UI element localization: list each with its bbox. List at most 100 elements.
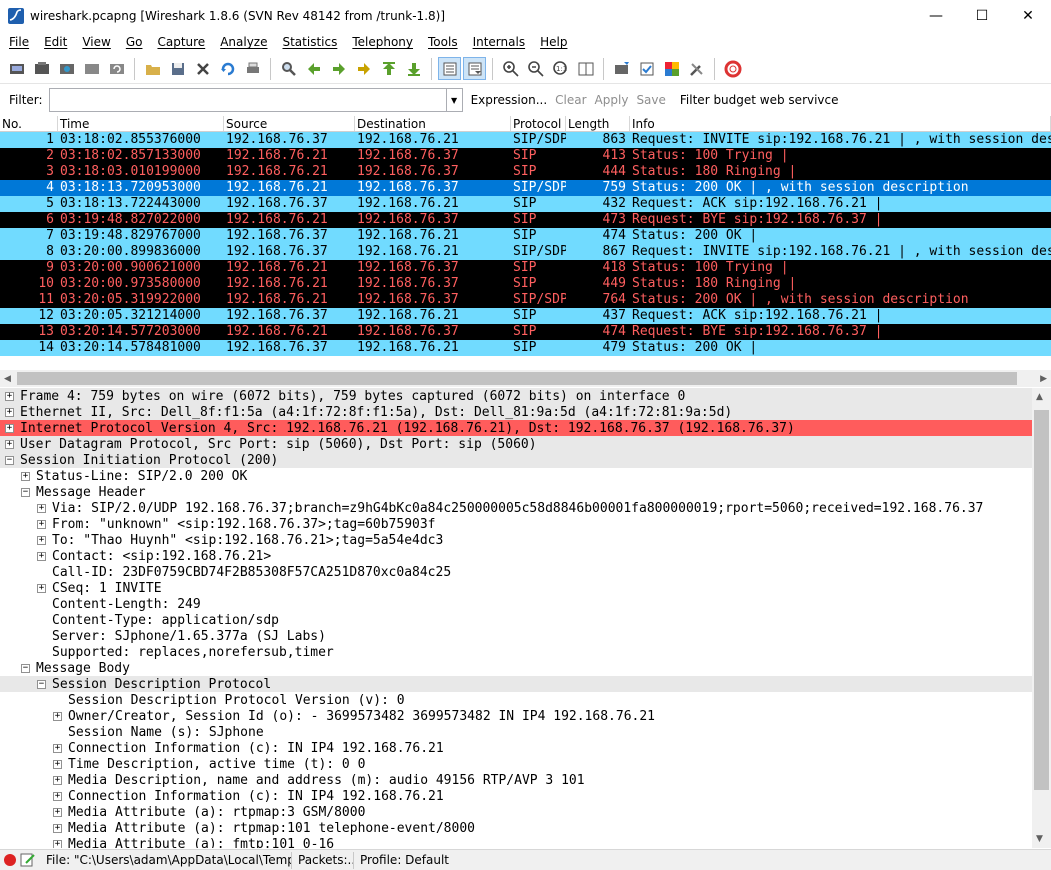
column-header-source[interactable]: Source — [224, 116, 355, 131]
column-header-length[interactable]: Length — [566, 116, 630, 131]
detail-tree-item[interactable]: Server: SJphone/1.65.377a (SJ Labs) — [0, 628, 1032, 644]
display-filters-icon[interactable] — [635, 57, 658, 80]
edit-comment-icon[interactable] — [20, 853, 36, 867]
packet-row[interactable]: 14 03:20:14.578481000 192.168.76.37 192.168… — [0, 340, 1051, 356]
go-to-packet-icon[interactable] — [352, 57, 375, 80]
reload-icon[interactable] — [216, 57, 239, 80]
expand-icon[interactable]: + — [21, 471, 30, 481]
close-button[interactable]: ✕ — [1005, 0, 1051, 31]
detail-tree-item[interactable]: + User Datagram Protocol, Src Port: sip (… — [0, 436, 1032, 452]
detail-tree-item[interactable]: + CSeq: 1 INVITE — [0, 580, 1032, 596]
save-file-icon[interactable] — [166, 57, 189, 80]
expand-icon[interactable]: + — [53, 743, 62, 753]
open-file-icon[interactable] — [141, 57, 164, 80]
detail-tree-item[interactable]: Content-Type: application/sdp — [0, 612, 1032, 628]
scroll-right-icon[interactable]: ▶ — [1040, 374, 1047, 384]
detail-tree-item[interactable]: Session Name (s): SJphone — [0, 724, 1032, 740]
print-icon[interactable] — [241, 57, 264, 80]
expand-icon[interactable]: + — [53, 839, 62, 848]
apply-button[interactable]: Apply — [595, 93, 629, 107]
detail-tree-item[interactable]: + Contact: <sip:192.168.76.21> — [0, 548, 1032, 564]
menu-file[interactable]: File — [0, 35, 35, 49]
scroll-left-icon[interactable]: ◀ — [4, 374, 11, 384]
menu-capture[interactable]: Capture — [148, 35, 211, 49]
packet-row[interactable]: 9 03:20:00.900621000 192.168.76.21 192.168.… — [0, 260, 1051, 276]
filter-budget-button[interactable]: Filter budget web servivce — [680, 93, 839, 107]
start-capture-icon[interactable] — [55, 57, 78, 80]
column-header-info[interactable]: Info — [630, 116, 1051, 131]
scroll-down-icon[interactable]: ▼ — [1036, 834, 1043, 844]
detail-tree-item[interactable]: + Media Description, name and address (m)… — [0, 772, 1032, 788]
capture-filters-icon[interactable] — [610, 57, 633, 80]
go-forward-icon[interactable] — [327, 57, 350, 80]
detail-tree-item[interactable]: − Message Header — [0, 484, 1032, 500]
expand-icon[interactable]: + — [53, 775, 62, 785]
detail-tree-item[interactable]: − Session Description Protocol — [0, 676, 1032, 692]
zoom-out-icon[interactable] — [524, 57, 547, 80]
go-back-icon[interactable] — [302, 57, 325, 80]
resize-columns-icon[interactable] — [574, 57, 597, 80]
packet-row[interactable]: 8 03:20:00.899836000 192.168.76.37 192.168.… — [0, 244, 1051, 260]
column-header-no[interactable]: No. — [0, 116, 58, 131]
colorize-icon[interactable] — [438, 57, 461, 80]
menu-internals[interactable]: Internals — [464, 35, 532, 49]
detail-tree-item[interactable]: + Ethernet II, Src: Dell_8f:f1:5a (a4:1f:… — [0, 404, 1032, 420]
collapse-icon[interactable]: − — [21, 663, 30, 673]
detail-tree-item[interactable]: Content-Length: 249 — [0, 596, 1032, 612]
expand-icon[interactable]: + — [37, 551, 46, 561]
detail-tree-item[interactable]: + Internet Protocol Version 4, Src: 192.1… — [0, 420, 1032, 436]
minimize-button[interactable]: — — [913, 0, 959, 31]
vscroll-thumb[interactable] — [1034, 410, 1049, 790]
maximize-button[interactable]: ☐ — [959, 0, 1005, 31]
packet-row[interactable]: 6 03:19:48.827022000 192.168.76.21 192.168.… — [0, 212, 1051, 228]
packet-row[interactable]: 10 03:20:00.973580000 192.168.76.21 192.168… — [0, 276, 1051, 292]
packet-row[interactable]: 2 03:18:02.857133000 192.168.76.21 192.168.… — [0, 148, 1051, 164]
expand-icon[interactable]: + — [5, 391, 14, 401]
packet-row[interactable]: 11 03:20:05.319922000 192.168.76.21 192.168… — [0, 292, 1051, 308]
close-file-icon[interactable] — [191, 57, 214, 80]
expand-icon[interactable]: + — [5, 407, 14, 417]
detail-tree-item[interactable]: Supported: replaces,norefersub,timer — [0, 644, 1032, 660]
packet-row[interactable]: 4 03:18:13.720953000 192.168.76.21 192.168.… — [0, 180, 1051, 196]
detail-tree-item[interactable]: + Media Attribute (a): rtpmap:101 telepho… — [0, 820, 1032, 836]
expand-icon[interactable]: + — [53, 791, 62, 801]
menu-tools[interactable]: Tools — [419, 35, 464, 49]
expand-icon[interactable]: + — [37, 583, 46, 593]
preferences-icon[interactable] — [685, 57, 708, 80]
zoom-in-icon[interactable] — [499, 57, 522, 80]
menu-view[interactable]: View — [73, 35, 116, 49]
filter-dropdown-icon[interactable]: ▼ — [446, 88, 463, 112]
detail-tree-item[interactable]: + Status-Line: SIP/2.0 200 OK — [0, 468, 1032, 484]
menu-edit[interactable]: Edit — [35, 35, 73, 49]
details-vscrollbar[interactable]: ▲ ▼ — [1032, 388, 1051, 848]
detail-tree-item[interactable]: − Session Initiation Protocol (200) — [0, 452, 1032, 468]
expand-icon[interactable]: + — [37, 535, 46, 545]
detail-tree-item[interactable]: − Message Body — [0, 660, 1032, 676]
column-header-protocol[interactable]: Protocol — [511, 116, 566, 131]
menu-statistics[interactable]: Statistics — [273, 35, 343, 49]
expand-icon[interactable]: + — [37, 519, 46, 529]
find-icon[interactable] — [277, 57, 300, 80]
detail-tree-item[interactable]: + Connection Information (c): IN IP4 192.… — [0, 740, 1032, 756]
detail-tree-item[interactable]: + Frame 4: 759 bytes on wire (6072 bits),… — [0, 388, 1032, 404]
capture-options-icon[interactable] — [30, 57, 53, 80]
column-header-time[interactable]: Time — [58, 116, 224, 131]
expand-icon[interactable]: + — [37, 503, 46, 513]
detail-tree-item[interactable]: + Connection Information (c): IN IP4 192.… — [0, 788, 1032, 804]
autoscroll-icon[interactable] — [463, 57, 486, 80]
detail-tree-item[interactable]: + Media Attribute (a): rtpmap:3 GSM/8000 — [0, 804, 1032, 820]
detail-tree-item[interactable]: + Via: SIP/2.0/UDP 192.168.76.37;branch=z… — [0, 500, 1032, 516]
expert-info-icon[interactable] — [4, 854, 16, 866]
stop-capture-icon[interactable] — [80, 57, 103, 80]
collapse-icon[interactable]: − — [5, 455, 14, 465]
collapse-icon[interactable]: − — [21, 487, 30, 497]
expression-button[interactable]: Expression... — [471, 93, 548, 107]
packet-row[interactable]: 12 03:20:05.321214000 192.168.76.37 192.168… — [0, 308, 1051, 324]
packet-row[interactable]: 13 03:20:14.577203000 192.168.76.21 192.168… — [0, 324, 1051, 340]
expand-icon[interactable]: + — [53, 807, 62, 817]
restart-capture-icon[interactable] — [105, 57, 128, 80]
clear-button[interactable]: Clear — [555, 93, 586, 107]
go-last-icon[interactable] — [402, 57, 425, 80]
menu-telephony[interactable]: Telephony — [343, 35, 419, 49]
detail-tree-item[interactable]: + From: "unknown" <sip:192.168.76.37>;tag… — [0, 516, 1032, 532]
